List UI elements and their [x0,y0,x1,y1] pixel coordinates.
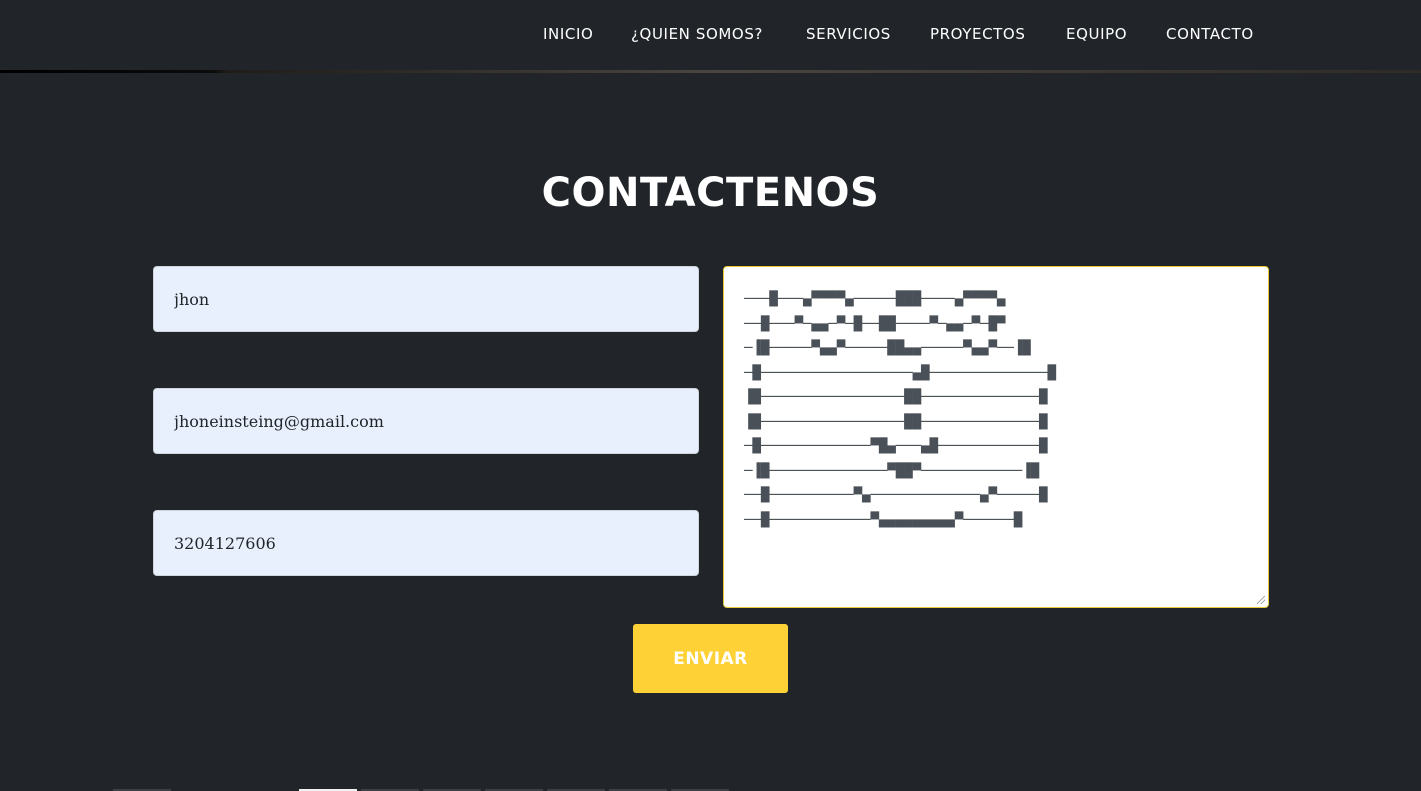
nav-link-contacto[interactable]: CONTACTO [1166,24,1254,44]
nav-link-inicio[interactable]: INICIO [543,24,593,44]
resize-handle-icon[interactable] [1257,596,1265,604]
section-title: CONTACTENOS [541,170,880,216]
navbar: INICIO ¿QUIEN SOMOS? SERVICIOS PROYECTOS… [0,0,1421,70]
message-textarea[interactable]: ───█───▄▀▀▀▀▄─────███────▄▀▀▀▀▄ ──█───▀─… [723,266,1269,608]
nav-link-proyectos[interactable]: PROYECTOS [930,24,1025,44]
submit-button[interactable]: ENVIAR [633,624,788,693]
nav-link-quien-somos[interactable]: ¿QUIEN SOMOS? [631,24,763,44]
nav-link-servicios[interactable]: SERVICIOS [806,24,891,44]
email-field[interactable] [153,388,699,454]
nav-link-equipo[interactable]: EQUIPO [1066,24,1127,44]
navbar-divider [0,70,1421,73]
message-text[interactable]: ───█───▄▀▀▀▀▄─────███────▄▀▀▀▀▄ ──█───▀─… [744,287,1263,532]
nav-menu: INICIO ¿QUIEN SOMOS? SERVICIOS PROYECTOS… [0,24,1421,46]
phone-field[interactable] [153,510,699,576]
name-field[interactable] [153,266,699,332]
